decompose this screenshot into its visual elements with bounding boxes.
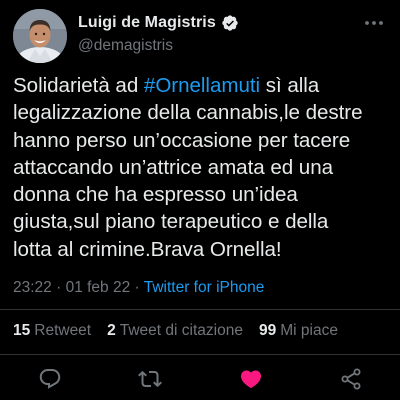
retweets-label: Retweet bbox=[34, 322, 92, 339]
tweet-time[interactable]: 23:22 bbox=[13, 279, 52, 296]
verified-badge-icon bbox=[221, 14, 239, 32]
profile-photo-icon bbox=[13, 9, 67, 63]
avatar[interactable] bbox=[13, 9, 67, 63]
author-display-name[interactable]: Luigi de Magistris bbox=[78, 14, 216, 32]
meta-separator: · bbox=[51, 279, 66, 296]
divider-bottom bbox=[0, 354, 400, 355]
author-handle[interactable]: @demagistris bbox=[78, 37, 173, 55]
quotes-count: 2 bbox=[107, 322, 116, 339]
likes-label: Mi piace bbox=[280, 322, 338, 339]
tweet-text-rest: sì alla legalizzazione della cannabis,le… bbox=[13, 74, 363, 261]
action-bar bbox=[0, 364, 400, 394]
tweet-text-lead: Solidarietà ad bbox=[13, 74, 144, 97]
retweets-count: 15 bbox=[13, 322, 31, 339]
tweet-text: Solidarietà ad #Ornellamuti sì alla lega… bbox=[13, 72, 393, 263]
tweet-card: Luigi de Magistris @demagistris Solidari… bbox=[0, 0, 400, 400]
retweet-icon[interactable] bbox=[138, 367, 162, 391]
reply-icon[interactable] bbox=[38, 367, 62, 391]
likes-stat[interactable]: 99 Mi piace bbox=[259, 322, 338, 340]
tweet-date[interactable]: 01 feb 22 bbox=[66, 279, 131, 296]
tweet-source-link[interactable]: Twitter for iPhone bbox=[144, 279, 265, 296]
heart-icon[interactable] bbox=[239, 367, 263, 391]
hashtag-link[interactable]: #Ornellamuti bbox=[144, 74, 260, 97]
share-icon[interactable] bbox=[339, 367, 363, 391]
author-name-row: Luigi de Magistris bbox=[78, 14, 239, 32]
quotes-stat[interactable]: 2 Tweet di citazione bbox=[107, 322, 243, 340]
tweet-meta: 23:22 · 01 feb 22 · Twitter for iPhone bbox=[13, 279, 264, 297]
quotes-label: Tweet di citazione bbox=[119, 322, 243, 339]
meta-separator-2: · bbox=[130, 279, 144, 296]
more-options-icon[interactable] bbox=[362, 14, 386, 32]
likes-count: 99 bbox=[258, 322, 277, 339]
divider-top bbox=[0, 309, 400, 310]
retweets-stat[interactable]: 15 Retweet bbox=[13, 322, 91, 340]
tweet-stats: 15 Retweet 2 Tweet di citazione 99 Mi piace bbox=[13, 322, 338, 340]
